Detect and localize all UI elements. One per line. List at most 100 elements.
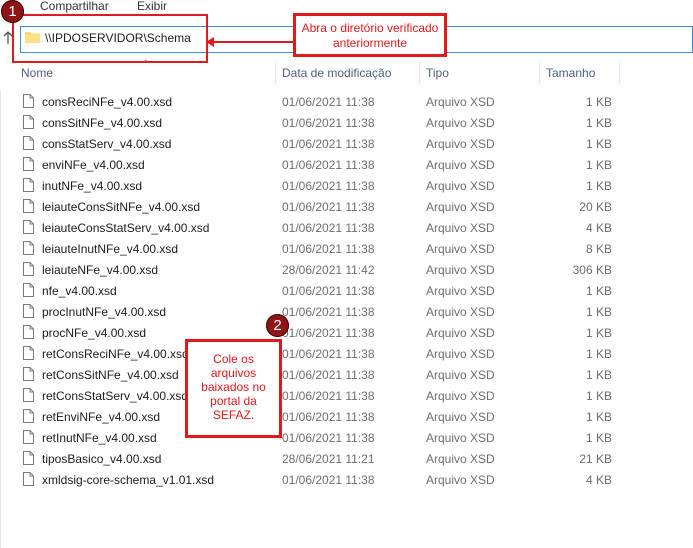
file-type: Arquivo XSD [426, 200, 495, 214]
file-name: retConsSitNFe_v4.00.xsd [42, 368, 179, 382]
file-modified: 01/06/2021 11:38 [282, 305, 375, 319]
file-type: Arquivo XSD [426, 326, 495, 340]
tab-share[interactable]: Compartilhar [40, 0, 109, 13]
file-size: 1 KB [585, 305, 612, 319]
file-row[interactable]: leiauteInutNFe_v4.00.xsd 01/06/2021 11:38… [0, 238, 693, 259]
column-divider[interactable] [539, 62, 540, 84]
file-row[interactable]: procNFe_v4.00.xsd 01/06/2021 11:38 Arquivo… [0, 322, 693, 343]
file-name: retEnviNFe_v4.00.xsd [42, 410, 161, 424]
file-modified: 01/06/2021 11:38 [282, 158, 375, 172]
xsd-file-icon [23, 346, 34, 360]
column-header-type[interactable]: Tipo [426, 66, 449, 80]
file-size: 1 KB [585, 284, 612, 298]
file-name: nfe_v4.00.xsd [42, 284, 117, 298]
file-name: leiauteConsSitNFe_v4.00.xsd [42, 200, 201, 214]
file-row[interactable]: leiauteConsStatServ_v4.00.xsd 01/06/2021 … [0, 217, 693, 238]
xsd-file-icon [23, 199, 34, 213]
file-size: 1 KB [585, 158, 612, 172]
file-size: 1 KB [585, 95, 612, 109]
file-size: 1 KB [585, 347, 612, 361]
file-size: 1 KB [585, 368, 612, 382]
xsd-file-icon [23, 262, 34, 276]
file-name: retConsStatServ_v4.00.xsd [42, 389, 189, 403]
column-header-size[interactable]: Tamanho [546, 66, 595, 80]
file-row[interactable]: enviNFe_v4.00.xsd 01/06/2021 11:38 Arquivo… [0, 154, 693, 175]
address-highlight-box [12, 14, 208, 63]
file-type: Arquivo XSD [426, 221, 495, 235]
xsd-file-icon [23, 157, 34, 171]
column-header-name[interactable]: Nome [21, 66, 53, 80]
file-row[interactable]: nfe_v4.00.xsd 01/06/2021 11:38 Arquivo XSD… [0, 280, 693, 301]
file-row[interactable]: inutNFe_v4.00.xsd 01/06/2021 11:38 Arquivo… [0, 175, 693, 196]
file-row[interactable]: leiauteNFe_v4.00.xsd 28/06/2021 11:42 Arqu… [0, 259, 693, 280]
xsd-file-icon [23, 220, 34, 234]
tab-view[interactable]: Exibir [137, 0, 167, 13]
file-row[interactable]: tiposBasico_v4.00.xsd 28/06/2021 11:21 Arq… [0, 448, 693, 469]
note-open-directory: Abra o diretório verificado anteriorment… [293, 13, 447, 57]
file-row[interactable]: retConsStatServ_v4.00.xsd 01/06/2021 11:3… [0, 385, 693, 406]
file-row[interactable]: consSitNFe_v4.00.xsd 01/06/2021 11:38 Arqu… [0, 112, 693, 133]
ribbon-tabs: Compartilhar Exibir [0, 0, 693, 14]
file-row[interactable]: retConsReciNFe_v4.00.xsd 01/06/2021 11:38… [0, 343, 693, 364]
xsd-file-icon [23, 409, 34, 423]
file-size: 1 KB [585, 389, 612, 403]
file-size: 4 KB [585, 221, 612, 235]
file-row[interactable]: retEnviNFe_v4.00.xsd 01/06/2021 11:38 Arqu… [0, 406, 693, 427]
file-type: Arquivo XSD [426, 158, 495, 172]
file-row[interactable]: consStatServ_v4.00.xsd 01/06/2021 11:38 Ar… [0, 133, 693, 154]
file-type: Arquivo XSD [426, 410, 495, 424]
callout-arrow-head [206, 37, 214, 47]
file-row[interactable]: leiauteConsSitNFe_v4.00.xsd 01/06/2021 11… [0, 196, 693, 217]
file-row[interactable]: procInutNFe_v4.00.xsd 01/06/2021 11:38 Arq… [0, 301, 693, 322]
file-modified: 28/06/2021 11:42 [282, 263, 375, 277]
file-name: leiauteInutNFe_v4.00.xsd [42, 242, 179, 256]
file-name: tiposBasico_v4.00.xsd [42, 452, 162, 466]
file-size: 1 KB [585, 179, 612, 193]
file-type: Arquivo XSD [426, 389, 495, 403]
file-row[interactable]: retInutNFe_v4.00.xsd 01/06/2021 11:38 Arqu… [0, 427, 693, 448]
file-size: 1 KB [585, 410, 612, 424]
xsd-file-icon [23, 136, 34, 150]
file-size: 21 KB [579, 452, 612, 466]
file-name: consSitNFe_v4.00.xsd [42, 116, 163, 130]
xsd-file-icon [23, 472, 34, 486]
xsd-file-icon [23, 388, 34, 402]
file-row[interactable]: consReciNFe_v4.00.xsd 01/06/2021 11:38 Arq… [0, 91, 693, 112]
xsd-file-icon [23, 115, 34, 129]
file-name: leiauteConsStatServ_v4.00.xsd [42, 221, 210, 235]
file-size: 1 KB [585, 326, 612, 340]
file-type: Arquivo XSD [426, 368, 495, 382]
file-size: 20 KB [579, 200, 612, 214]
file-type: Arquivo XSD [426, 473, 495, 487]
column-header-modified[interactable]: Data de modificação [282, 66, 391, 80]
column-divider[interactable] [275, 62, 276, 84]
file-size: 1 KB [585, 116, 612, 130]
xsd-file-icon [23, 304, 34, 318]
column-divider[interactable] [619, 62, 620, 84]
file-modified: 01/06/2021 11:38 [282, 221, 375, 235]
file-type: Arquivo XSD [426, 95, 495, 109]
file-modified: 01/06/2021 11:38 [282, 326, 375, 340]
file-modified: 28/06/2021 11:21 [282, 452, 375, 466]
file-modified: 01/06/2021 11:38 [282, 431, 375, 445]
file-modified: 01/06/2021 11:38 [282, 242, 375, 256]
file-name: consStatServ_v4.00.xsd [42, 137, 172, 151]
file-type: Arquivo XSD [426, 242, 495, 256]
xsd-file-icon [23, 451, 34, 465]
column-divider[interactable] [419, 62, 420, 84]
file-type: Arquivo XSD [426, 431, 495, 445]
file-modified: 01/06/2021 11:38 [282, 473, 375, 487]
file-type: Arquivo XSD [426, 263, 495, 277]
file-row[interactable]: xmldsig-core-schema_v1.01.xsd 01/06/2021 … [0, 469, 693, 490]
file-name: inutNFe_v4.00.xsd [42, 179, 143, 193]
file-name: retInutNFe_v4.00.xsd [42, 431, 157, 445]
column-headers: Nome Data de modificação Tipo Tamanho [0, 62, 693, 84]
file-name: retConsReciNFe_v4.00.xsd [42, 347, 189, 361]
file-row[interactable]: retConsSitNFe_v4.00.xsd 01/06/2021 11:38 A… [0, 364, 693, 385]
xsd-file-icon [23, 367, 34, 381]
callout-arrow-line [212, 41, 294, 43]
file-modified: 01/06/2021 11:38 [282, 368, 375, 382]
file-modified: 01/06/2021 11:38 [282, 116, 375, 130]
xsd-file-icon [23, 178, 34, 192]
file-modified: 01/06/2021 11:38 [282, 389, 375, 403]
